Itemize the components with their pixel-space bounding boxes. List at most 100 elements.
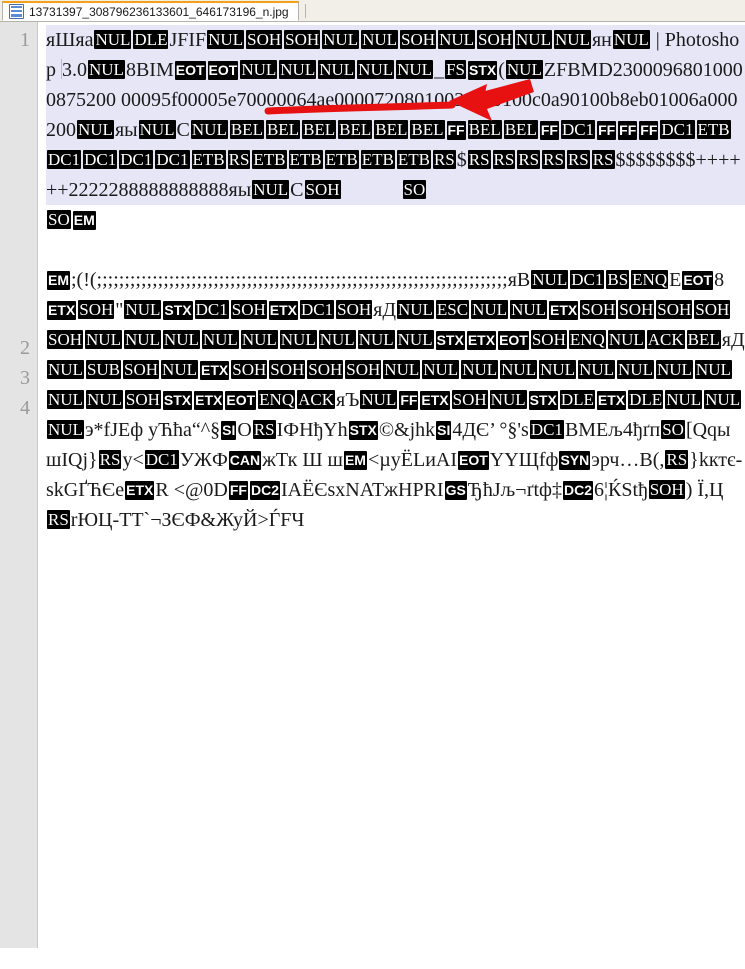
text-run: E [669, 269, 682, 291]
control-char-etb: ETB [360, 150, 395, 169]
code-line-3[interactable] [46, 235, 745, 265]
text-run: $ [456, 149, 467, 171]
control-char-syn: SYN [559, 451, 591, 470]
control-char-dle: DLE [559, 390, 595, 409]
control-char-rs: RS [432, 150, 456, 169]
control-char-eot: EOT [498, 331, 529, 350]
control-char-etb: ETB [324, 150, 359, 169]
line-number: 3 [20, 367, 30, 389]
text-run: ) Ї,Ц [685, 479, 724, 501]
control-char-etx: ETX [268, 301, 298, 320]
line-number: 4 [20, 397, 30, 419]
control-char-soh: SOH [530, 330, 567, 349]
control-char-bel: BEL [686, 330, 721, 349]
control-char-fs: FS [445, 60, 466, 79]
code-line-2[interactable]: SO EM [46, 205, 745, 235]
control-char-etb: ETB [288, 150, 323, 169]
control-char-soh: SOH [648, 480, 685, 499]
control-char-dc2: DC2 [249, 481, 280, 500]
control-char-soh: SOH [123, 360, 160, 379]
file-tab-label: 13731397_308796236133601_646173196_n.jpg [29, 4, 289, 19]
control-char-bel: BEL [229, 120, 264, 139]
control-char-soh: SOH [656, 300, 693, 319]
control-char-nul: NUL [655, 360, 693, 379]
control-char-nul: NUL [665, 390, 703, 409]
control-char-rs: RS [492, 150, 516, 169]
text-run: яы [114, 119, 138, 141]
control-char-bel: BEL [302, 120, 337, 139]
control-char-gs: GS [444, 481, 467, 500]
text-run: э*fJEф уЋћa“^§ [84, 419, 221, 441]
code-line-1[interactable]: яШяа NUL DLE JFIF NUL SOH SOH NUL NUL SOH NUL SOH NU… [46, 25, 745, 205]
control-char-soh: SOH [304, 180, 341, 199]
code-line-4[interactable]: EM ;(!(;;;;;;;;;;;;;;;;;;;;;;;;;;;;;;;;;;… [46, 265, 745, 535]
control-char-soh: SOH [269, 360, 306, 379]
control-char-etx: ETX [420, 391, 450, 410]
control-char-soh: SOH [78, 300, 115, 319]
tab-divider [304, 3, 306, 18]
editor-area[interactable]: 1 2 3 4 яШяа NUL DLE JFIF NUL SOH SOH NUL NUL SOH… [0, 22, 745, 948]
control-char-nul: NUL [94, 30, 132, 49]
code-text-content[interactable]: яШяа NUL DLE JFIF NUL SOH SOH NUL NUL SOH NUL SOH NU… [38, 22, 745, 948]
control-char-nul: NUL [85, 330, 122, 349]
text-run: эрч…B(, [591, 449, 665, 471]
control-char-nul: NUL [85, 390, 123, 409]
control-char-can: CAN [228, 451, 262, 470]
control-char-ff: FF [639, 121, 659, 140]
file-tab[interactable]: 13731397_308796236133601_646173196_n.jpg [2, 1, 299, 21]
control-char-soh: SOH [246, 30, 283, 49]
control-char-enq: ENQ [631, 270, 669, 289]
tab-bar: 13731397_308796236133601_646173196_n.jpg [0, 0, 745, 22]
text-run: яШяа [46, 29, 94, 51]
control-char-dc1: DC1 [660, 120, 695, 139]
text-run: JFIF [169, 29, 207, 51]
text-run: яД [373, 299, 396, 321]
control-char-stx: STX [162, 391, 193, 410]
control-char-soh: SOH [694, 300, 731, 319]
text-run: rЮЦ-TT`¬ЗЄФ&ЖуЙ>ЃFЧ [70, 509, 305, 531]
control-char-soh: SOH [230, 300, 267, 319]
control-char-bel: BEL [467, 120, 502, 139]
control-char-dc1: DC1 [119, 150, 154, 169]
text-run: BMEљ4ђґп [564, 419, 661, 441]
control-char-rs: RS [47, 510, 70, 529]
control-char-ack: ACK [297, 390, 336, 409]
control-char-nul: NUL [322, 30, 360, 49]
control-char-nul: NUL [138, 120, 176, 139]
text-run: яД [721, 329, 745, 351]
control-char-nul: NUL [617, 360, 654, 379]
control-char-nul: NUL [510, 300, 548, 319]
control-char-dc1: DC1 [155, 150, 190, 169]
control-char-ff: FF [228, 481, 248, 500]
control-char-so: SO [402, 180, 427, 199]
control-char-etx: ETX [549, 301, 579, 320]
control-char-bel: BEL [265, 120, 301, 139]
control-char-nul: NUL [279, 60, 317, 79]
control-char-bel: BEL [503, 120, 538, 139]
control-char-dc1: DC1 [560, 120, 596, 139]
control-char-dc1: DC1 [299, 300, 335, 319]
control-char-esc: ESC [435, 300, 470, 319]
control-char-nul: NUL [396, 330, 434, 349]
control-char-em: EM [72, 211, 96, 230]
control-char-nul: NUL [123, 330, 161, 349]
control-char-ff: FF [618, 121, 638, 140]
text-run: R <@0D [155, 479, 228, 501]
control-char-dc1: DC1 [47, 150, 82, 169]
text-run: ян [591, 29, 612, 51]
control-char-em: EM [343, 451, 367, 470]
control-char-eot: EOT [174, 61, 206, 80]
control-char-etx: ETX [194, 391, 224, 410]
control-char-stx: STX [528, 391, 558, 410]
control-char-so: SO [661, 420, 685, 439]
control-char-stx: STX [468, 61, 498, 80]
control-char-nul: NUL [190, 120, 228, 139]
control-char-etx: ETX [466, 331, 497, 350]
control-char-bel: BEL [338, 120, 373, 139]
control-char-nul: NUL [47, 360, 84, 379]
control-char-dc1: DC1 [144, 450, 179, 469]
control-char-si: SI [436, 421, 452, 440]
control-char-nul: NUL [515, 30, 552, 49]
text-run: 3.0 [62, 59, 87, 81]
